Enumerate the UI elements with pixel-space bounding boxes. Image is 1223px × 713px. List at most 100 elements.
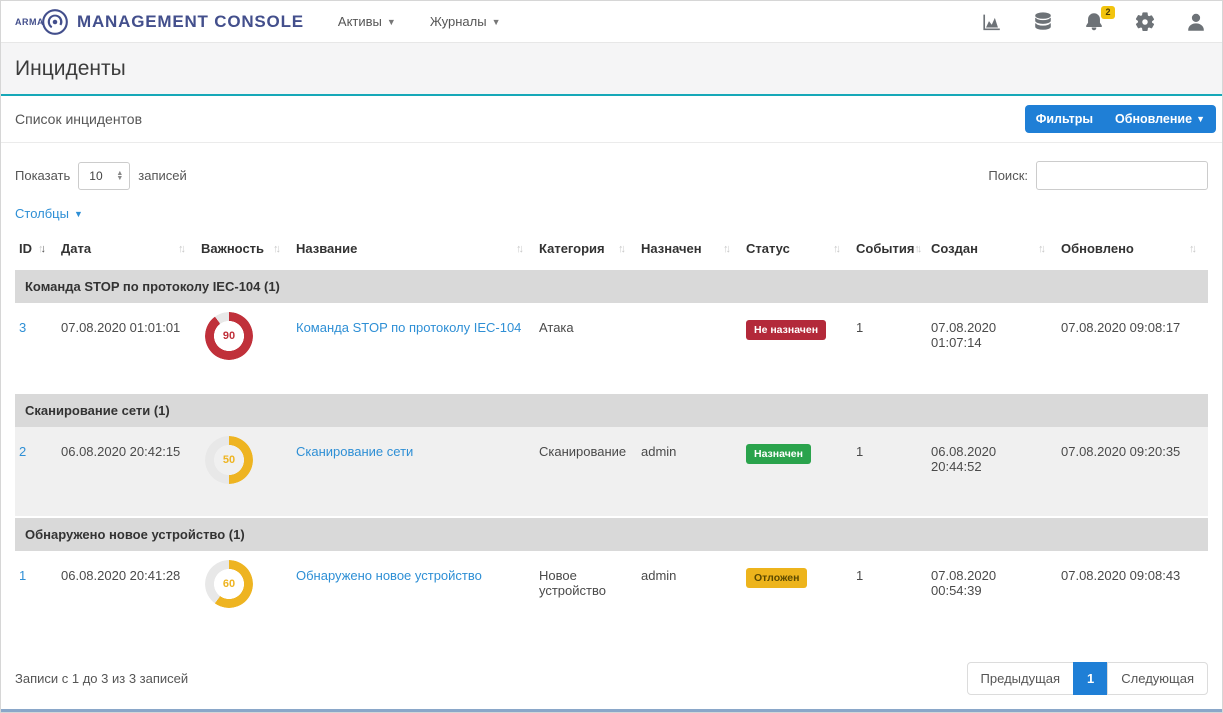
search-label: Поиск: bbox=[988, 168, 1028, 183]
arma-helmet-icon bbox=[41, 8, 69, 36]
search-control: Поиск: bbox=[988, 161, 1208, 190]
incident-date: 06.08.2020 20:42:15 bbox=[57, 427, 197, 517]
search-input[interactable] bbox=[1036, 161, 1208, 190]
menu-journals[interactable]: Журналы ▼ bbox=[430, 14, 501, 29]
sort-arrows-icon: ↑↓ bbox=[1038, 243, 1049, 255]
incident-created: 07.08.2020 01:07:14 bbox=[927, 303, 1057, 393]
incident-name-link[interactable]: Команда STOP по протоколу IEC-104 bbox=[296, 320, 521, 335]
show-label: Показать bbox=[15, 168, 70, 183]
column-header[interactable]: Назначен ↑↓ bbox=[637, 231, 742, 269]
dashboard-chart-icon[interactable] bbox=[980, 10, 1004, 34]
page-title-band: Инциденты bbox=[1, 43, 1222, 96]
severity-donut: 90 bbox=[205, 312, 253, 360]
logo-prefix-text: ARMA bbox=[15, 17, 44, 27]
column-header[interactable]: Категория ↑↓ bbox=[535, 231, 637, 269]
column-header[interactable]: События ↑↓ bbox=[852, 231, 927, 269]
severity-donut: 60 bbox=[205, 560, 253, 608]
column-header[interactable]: Обновлено ↑↓ bbox=[1057, 231, 1208, 269]
group-row: Команда STOP по протоколу IEC-104 (1) bbox=[15, 269, 1208, 303]
column-header-label: Статус bbox=[746, 241, 790, 256]
incidents-table: ID ↑↓ Дата ↑↓ Важность ↑↓ Название ↑↓ Ка… bbox=[15, 231, 1208, 640]
group-title: Сканирование сети (1) bbox=[15, 393, 1208, 427]
columns-dropdown-button[interactable]: Столбцы ▼ bbox=[15, 206, 83, 221]
refresh-button-label: Обновление bbox=[1115, 112, 1192, 126]
column-header-label: Название bbox=[296, 241, 357, 256]
incident-updated: 07.08.2020 09:08:17 bbox=[1057, 303, 1208, 393]
page-length-value: 10 bbox=[89, 169, 102, 183]
status-badge: Не назначен bbox=[746, 320, 826, 340]
column-header[interactable]: Дата ↑↓ bbox=[57, 231, 197, 269]
incident-id-link[interactable]: 2 bbox=[19, 444, 26, 459]
top-navbar: ARMA MANAGEMENT CONSOLE Активы ▼ Журналы… bbox=[1, 1, 1222, 43]
incident-created: 06.08.2020 20:44:52 bbox=[927, 427, 1057, 517]
group-row: Обнаружено новое устройство (1) bbox=[15, 517, 1208, 551]
incident-category: Новое устройство bbox=[535, 551, 637, 640]
incident-row: 3 07.08.2020 01:01:01 90 Команда STOP по… bbox=[15, 303, 1208, 393]
settings-gear-icon[interactable] bbox=[1133, 10, 1157, 34]
sort-arrows-icon: ↑↓ bbox=[516, 243, 527, 255]
incident-updated: 07.08.2020 09:08:43 bbox=[1057, 551, 1208, 640]
notification-count-badge: 2 bbox=[1101, 6, 1115, 19]
incident-assignee bbox=[637, 303, 742, 393]
severity-value: 60 bbox=[205, 560, 253, 608]
incident-assignee: admin bbox=[637, 551, 742, 640]
group-title: Обнаружено новое устройство (1) bbox=[15, 517, 1208, 551]
stepper-arrows-icon[interactable]: ▲▼ bbox=[116, 171, 123, 181]
brand-title: MANAGEMENT CONSOLE bbox=[77, 12, 304, 32]
pagination-next-button[interactable]: Следующая bbox=[1107, 662, 1208, 695]
page-length-stepper[interactable]: 10 ▲▼ bbox=[78, 162, 130, 190]
table-footer: Записи с 1 до 3 из 3 записей Предыдущая … bbox=[1, 640, 1222, 695]
navbar-icon-group: 2 bbox=[980, 10, 1208, 34]
table-header-row: ID ↑↓ Дата ↑↓ Важность ↑↓ Название ↑↓ Ка… bbox=[15, 231, 1208, 269]
bottom-accent-bar bbox=[1, 709, 1222, 712]
menu-journals-label: Журналы bbox=[430, 14, 487, 29]
page-title: Инциденты bbox=[15, 57, 126, 81]
column-header-label: Дата bbox=[61, 241, 91, 256]
incident-events: 1 bbox=[852, 551, 927, 640]
column-header[interactable]: Важность ↑↓ bbox=[197, 231, 292, 269]
column-header[interactable]: Название ↑↓ bbox=[292, 231, 535, 269]
column-header[interactable]: ID ↑↓ bbox=[15, 231, 57, 269]
pagination-page-1-button[interactable]: 1 bbox=[1073, 662, 1108, 695]
incident-date: 06.08.2020 20:41:28 bbox=[57, 551, 197, 640]
filters-button[interactable]: Фильтры bbox=[1025, 105, 1104, 133]
incident-date: 07.08.2020 01:01:01 bbox=[57, 303, 197, 393]
column-header-label: Назначен bbox=[641, 241, 702, 256]
column-header[interactable]: Создан ↑↓ bbox=[927, 231, 1057, 269]
pagination-previous-button[interactable]: Предыдущая bbox=[967, 662, 1075, 695]
sort-arrows-icon: ↑↓ bbox=[618, 243, 629, 255]
group-title: Команда STOP по протоколу IEC-104 (1) bbox=[15, 269, 1208, 303]
card-header: Список инцидентов Фильтры Обновление ▼ bbox=[1, 96, 1222, 143]
sort-arrows-icon: ↑↓ bbox=[833, 243, 844, 255]
incident-id-link[interactable]: 1 bbox=[19, 568, 26, 583]
sort-arrows-icon: ↑↓ bbox=[1189, 243, 1200, 255]
incident-updated: 07.08.2020 09:20:35 bbox=[1057, 427, 1208, 517]
pagination: Предыдущая 1 Следующая bbox=[967, 662, 1208, 695]
incidents-table-body: Команда STOP по протоколу IEC-104 (1) 3 … bbox=[15, 269, 1208, 640]
incident-row: 2 06.08.2020 20:42:15 50 Сканирование се… bbox=[15, 427, 1208, 517]
incident-name-link[interactable]: Обнаружено новое устройство bbox=[296, 568, 482, 583]
column-header[interactable]: Статус ↑↓ bbox=[742, 231, 852, 269]
sort-arrows-icon: ↑↓ bbox=[273, 243, 284, 255]
user-profile-icon[interactable] bbox=[1184, 10, 1208, 34]
notifications-bell-icon[interactable]: 2 bbox=[1082, 10, 1106, 34]
chevron-down-icon: ▼ bbox=[492, 17, 501, 27]
management-console-window: ARMA MANAGEMENT CONSOLE Активы ▼ Журналы… bbox=[0, 0, 1223, 713]
incident-created: 07.08.2020 00:54:39 bbox=[927, 551, 1057, 640]
sort-arrows-icon: ↑↓ bbox=[178, 243, 189, 255]
incident-name-link[interactable]: Сканирование сети bbox=[296, 444, 413, 459]
incident-id-link[interactable]: 3 bbox=[19, 320, 26, 335]
incident-row: 1 06.08.2020 20:41:28 60 Обнаружено ново… bbox=[15, 551, 1208, 640]
arma-logo[interactable]: ARMA MANAGEMENT CONSOLE bbox=[15, 8, 304, 36]
sort-arrows-icon: ↑↓ bbox=[38, 243, 49, 255]
main-menu: Активы ▼ Журналы ▼ bbox=[338, 14, 501, 29]
menu-assets[interactable]: Активы ▼ bbox=[338, 14, 396, 29]
refresh-dropdown-button[interactable]: Обновление ▼ bbox=[1104, 105, 1216, 133]
chevron-down-icon: ▼ bbox=[1196, 114, 1205, 124]
column-header-label: Важность bbox=[201, 241, 264, 256]
status-badge: Отложен bbox=[746, 568, 807, 588]
card-actions: Фильтры Обновление ▼ bbox=[1025, 105, 1216, 133]
records-label: записей bbox=[138, 168, 186, 183]
severity-value: 90 bbox=[205, 312, 253, 360]
database-icon[interactable] bbox=[1031, 10, 1055, 34]
